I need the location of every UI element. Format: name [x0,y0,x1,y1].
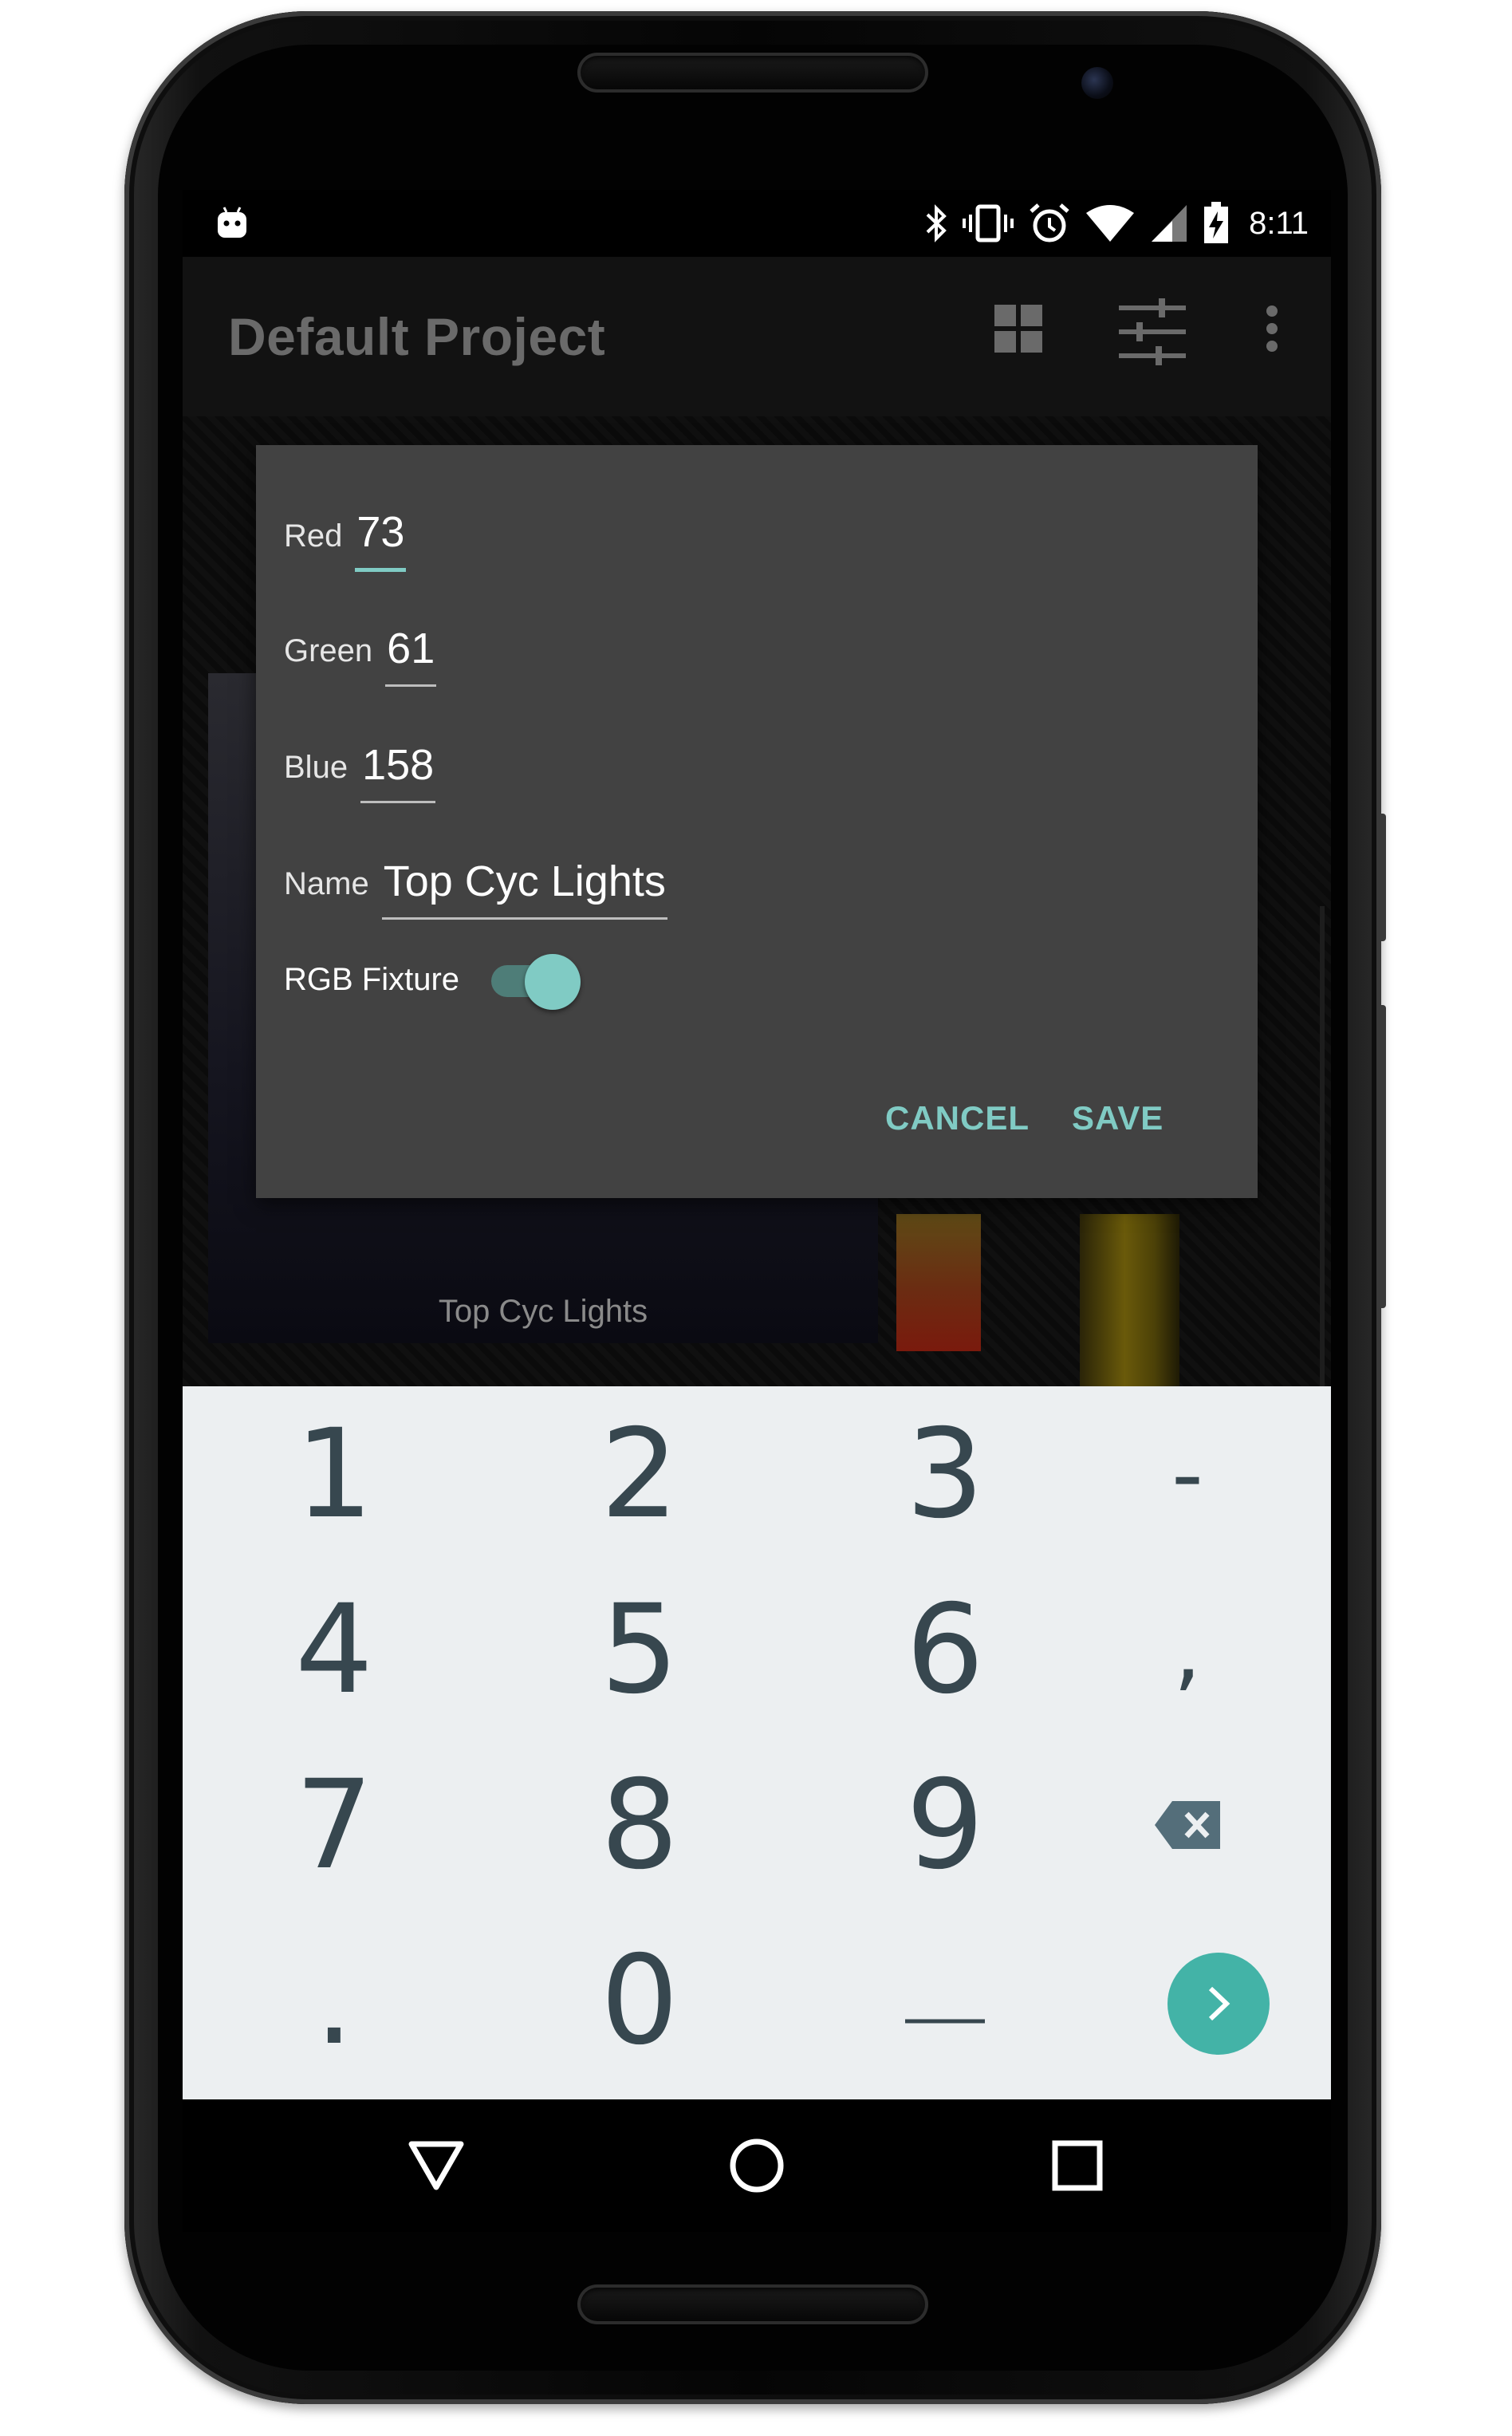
status-bar: 8:11 [183,190,1331,257]
name-label: Name [284,866,369,901]
app-bar: Default Project [183,257,1331,416]
backspace-icon [1155,1801,1220,1849]
red-label: Red [284,518,343,554]
space-bar-icon [905,2019,985,2024]
power-button [1378,814,1386,941]
red-field: Red 73 [284,507,407,572]
green-input[interactable]: 61 [385,624,437,687]
red-input[interactable]: 73 [355,507,407,572]
save-button[interactable]: SAVE [1072,1099,1164,1137]
back-icon [408,2141,464,2190]
green-field: Green 61 [284,624,437,687]
fixture-level-bar[interactable] [1080,1214,1179,1386]
android-icon [218,207,246,238]
fixture-label: Top Cyc Lights [438,1294,648,1329]
backspace-key[interactable] [1068,1737,1307,1913]
front-camera [1081,67,1113,99]
rgb-fixture-label: RGB Fixture [284,961,460,997]
sliders-icon[interactable] [1117,297,1187,367]
clock: 8:11 [1249,205,1309,241]
enter-icon [1208,1986,1230,2021]
key-0[interactable]: 0 [488,1913,791,2088]
key-4[interactable]: 4 [183,1562,486,1737]
key-6[interactable]: 6 [793,1562,1097,1737]
key-comma[interactable]: , [1068,1562,1307,1737]
recents-icon [1052,2140,1103,2191]
fixture-level-bar[interactable] [896,1214,981,1351]
back-button[interactable] [404,2134,468,2198]
navigation-bar [183,2099,1331,2232]
more-vert-icon[interactable] [1264,303,1280,354]
switch-thumb [525,954,581,1010]
key-5[interactable]: 5 [488,1562,791,1737]
enter-key[interactable] [1167,1953,1270,2055]
vibrate-icon [963,204,1014,242]
key-2[interactable]: 2 [488,1386,791,1562]
cancel-button[interactable]: CANCEL [885,1099,1030,1137]
blue-input[interactable]: 158 [360,740,436,803]
name-field: Name Top Cyc Lights [284,857,667,920]
key-8[interactable]: 8 [488,1737,791,1913]
page-title: Default Project [228,307,606,366]
edit-fixture-dialog: Red 73 Green 61 Blue 158 Name Top Cyc Li… [256,445,1258,1198]
blue-label: Blue [284,750,348,785]
rgb-fixture-row: RGB Fixture [284,949,584,1010]
bluetooth-icon [926,204,947,242]
signal-icon [1152,205,1187,242]
alarm-icon [1030,203,1069,242]
volume-button [1378,1005,1386,1308]
numeric-keyboard: 1 2 3 - 4 5 6 , 7 8 9 . 0 [183,1386,1331,2099]
recents-button[interactable] [1045,2134,1109,2198]
space-key[interactable] [793,1913,1097,2088]
home-button[interactable] [725,2134,789,2198]
screen: 8:11 Default Project Top Cyc Lights Red … [183,190,1331,2232]
key-9[interactable]: 9 [793,1737,1097,1913]
bottom-speaker [577,2284,928,2324]
name-input[interactable]: Top Cyc Lights [381,857,667,920]
blue-field: Blue 158 [284,740,436,803]
home-icon [730,2138,784,2193]
grid-view-icon[interactable] [993,303,1044,354]
wifi-icon [1086,205,1135,242]
rgb-fixture-switch[interactable] [490,949,584,1010]
key-7[interactable]: 7 [183,1737,486,1913]
battery-charging-icon [1204,202,1229,243]
top-speaker [577,53,928,93]
key-3[interactable]: 3 [793,1386,1097,1562]
key-period[interactable]: . [183,1913,486,2088]
key-minus[interactable]: - [1068,1386,1307,1562]
green-label: Green [284,633,373,668]
key-1[interactable]: 1 [183,1386,486,1562]
